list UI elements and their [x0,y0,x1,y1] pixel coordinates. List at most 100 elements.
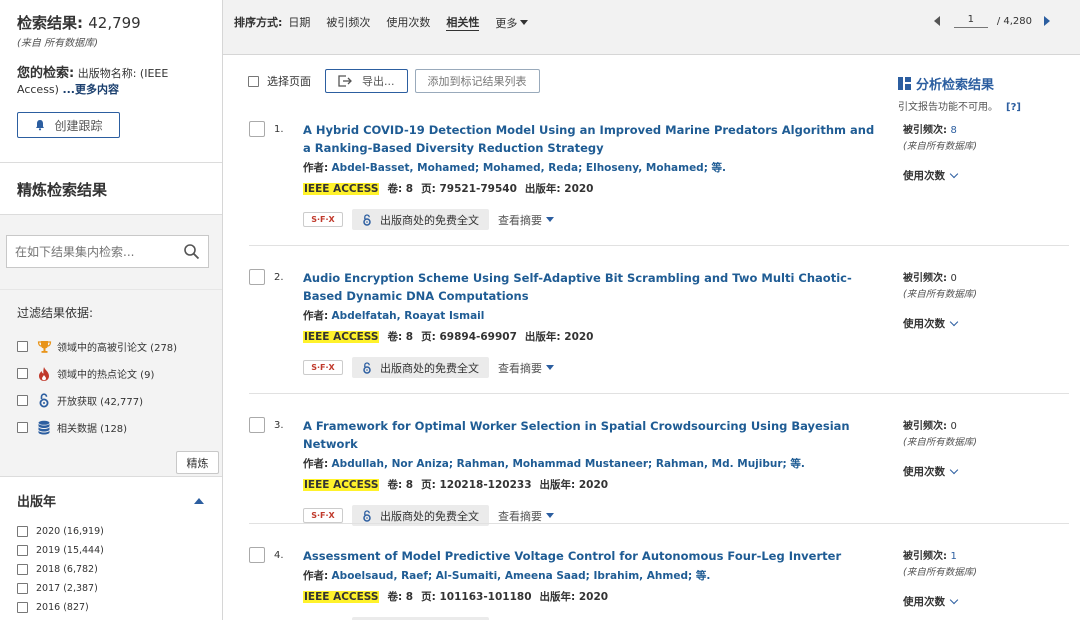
search-icon[interactable] [183,243,200,260]
year-item[interactable]: 2017 (2,387) [17,579,222,598]
filter-checkbox[interactable] [17,368,28,379]
publication-year-header[interactable]: 出版年 [17,491,222,510]
record-checkbox[interactable] [249,417,265,433]
pages: 页: 120218-120233 [421,479,532,491]
results-source: (来自 所有数据库) [17,38,98,49]
sort-more-dropdown[interactable]: 更多 [495,14,529,31]
free-full-text-button[interactable]: 出版商处的免费全文 [352,357,489,378]
filter-checkbox[interactable] [17,422,28,433]
year-item[interactable]: 2019 (15,444) [17,541,222,560]
open-access-icon [363,213,371,226]
create-alert-button[interactable]: 创建跟踪 [17,112,120,138]
analyze-results: 分析检索结果 引文报告功能不可用。 [?] [898,74,1021,113]
analyze-results-link[interactable]: 分析检索结果 [898,74,1021,93]
record-divider [249,393,1069,394]
help-link[interactable]: [?] [1006,102,1021,113]
usage-count-toggle[interactable]: 使用次数 [903,464,1063,479]
year-checkbox[interactable] [17,564,28,575]
sfx-button[interactable]: S·F·X [303,360,343,375]
authors-label: 作者: [303,458,329,470]
record-checkbox[interactable] [249,269,265,285]
refine-search-input[interactable] [15,244,183,259]
view-abstract-label: 查看摘要 [498,361,542,375]
bar-chart-icon [898,77,911,90]
filter-checkbox[interactable] [17,341,28,352]
usage-count-toggle[interactable]: 使用次数 [903,168,1063,183]
pages: 页: 69894-69907 [421,331,517,343]
year-label: 2019 (15,444) [36,545,104,556]
filter-open-access[interactable]: 开放获取 (42,777) [17,387,222,414]
caret-down-icon [520,20,529,25]
record-checkbox[interactable] [249,547,265,563]
authors-links[interactable]: Abdullah, Nor Aniza; Rahman, Mohammad Mu… [332,458,805,470]
filter-highly-cited[interactable]: 领域中的高被引论文 (278) [17,333,222,360]
authors-links[interactable]: Aboelsaud, Raef; Al-Sumaiti, Ameena Saad… [332,570,711,582]
bell-icon [36,120,45,131]
journal-name[interactable]: IEEE ACCESS [303,182,380,195]
view-abstract-toggle[interactable]: 查看摘要 [498,508,554,524]
year-item[interactable]: 2018 (6,782) [17,560,222,579]
pagination: 1 / 4,280 [933,14,1050,28]
year-checkbox[interactable] [17,526,28,537]
record-title-link[interactable]: Assessment of Model Predictive Voltage C… [303,547,883,565]
year-item[interactable]: 2016 (827) [17,598,222,617]
filter-checkbox[interactable] [17,395,28,406]
authors-label: 作者: [303,570,329,582]
journal-name[interactable]: IEEE ACCESS [303,330,380,343]
view-abstract-toggle[interactable]: 查看摘要 [498,360,554,376]
export-button[interactable]: 导出... [325,69,408,93]
next-page-icon[interactable] [1044,16,1050,26]
more-content-link[interactable]: ...更多内容 [62,83,119,96]
refine-button[interactable]: 精炼 [176,451,219,474]
view-abstract-toggle[interactable]: 查看摘要 [498,212,554,228]
usage-count-toggle[interactable]: 使用次数 [903,594,1063,609]
times-cited-value[interactable]: 1 [950,551,956,562]
free-full-text-button[interactable]: 出版商处的免费全文 [352,209,489,230]
sort-by-usage[interactable]: 使用次数 [386,14,430,31]
page-number-input[interactable]: 1 [953,14,988,28]
times-cited-value[interactable]: 0 [950,421,956,432]
usage-count-label: 使用次数 [903,466,945,478]
chevron-down-icon [949,465,959,475]
add-to-marked-list-button[interactable]: 添加到标记结果列表 [414,69,540,93]
chevron-down-icon [949,169,959,179]
sfx-button[interactable]: S·F·X [303,212,343,227]
record-title-link[interactable]: Audio Encryption Scheme Using Self-Adapt… [303,269,883,305]
select-page-checkbox[interactable] [248,75,259,87]
record-source: IEEE ACCESS 卷: 8 页: 79521-79540 出版年: 202… [303,181,883,196]
filter-associated-data[interactable]: 相关数据 (128) [17,414,222,441]
record-divider [249,245,1069,246]
filter-hot-papers[interactable]: 领域中的热点论文 (9) [17,360,222,387]
select-page[interactable]: 选择页面 [248,73,311,89]
sort-by-times-cited[interactable]: 被引频次 [326,14,370,31]
volume: 卷: 8 [387,331,414,343]
year-checkbox[interactable] [17,602,28,613]
times-cited-value[interactable]: 0 [950,273,956,284]
publication-year: 出版年: 2020 [539,479,609,491]
caret-up-icon[interactable] [194,497,204,504]
sort-by-relevance[interactable]: 相关性 [446,14,480,31]
prev-page-icon[interactable] [933,16,940,26]
select-page-label: 选择页面 [267,75,311,88]
year-checkbox[interactable] [17,545,28,556]
authors-links[interactable]: Abdelfatah, Roayat Ismail [332,310,485,322]
publication-year-title: 出版年 [17,495,57,510]
usage-count-toggle[interactable]: 使用次数 [903,316,1063,331]
year-label: 2020 (16,919) [36,526,104,537]
record-title-link[interactable]: A Hybrid COVID-19 Detection Model Using … [303,121,883,157]
times-cited-source: (来自所有数据库) [903,289,977,300]
year-checkbox[interactable] [17,583,28,594]
times-cited-label: 被引频次: [903,125,947,136]
record-title-link[interactable]: A Framework for Optimal Worker Selection… [303,417,883,453]
record-checkbox[interactable] [249,121,265,137]
journal-name[interactable]: IEEE ACCESS [303,478,380,491]
caret-down-icon [546,217,554,222]
publication-year: 出版年: 2020 [539,591,609,603]
journal-name[interactable]: IEEE ACCESS [303,590,380,603]
sort-by-date[interactable]: 日期 [288,14,310,31]
filter-title: 过滤结果依据: [17,306,94,320]
authors-links[interactable]: Abdel-Basset, Mohamed; Mohamed, Reda; El… [332,162,727,174]
year-item[interactable]: 2020 (16,919) [17,522,222,541]
sfx-button[interactable]: S·F·X [303,508,343,523]
times-cited-value[interactable]: 8 [950,125,956,136]
